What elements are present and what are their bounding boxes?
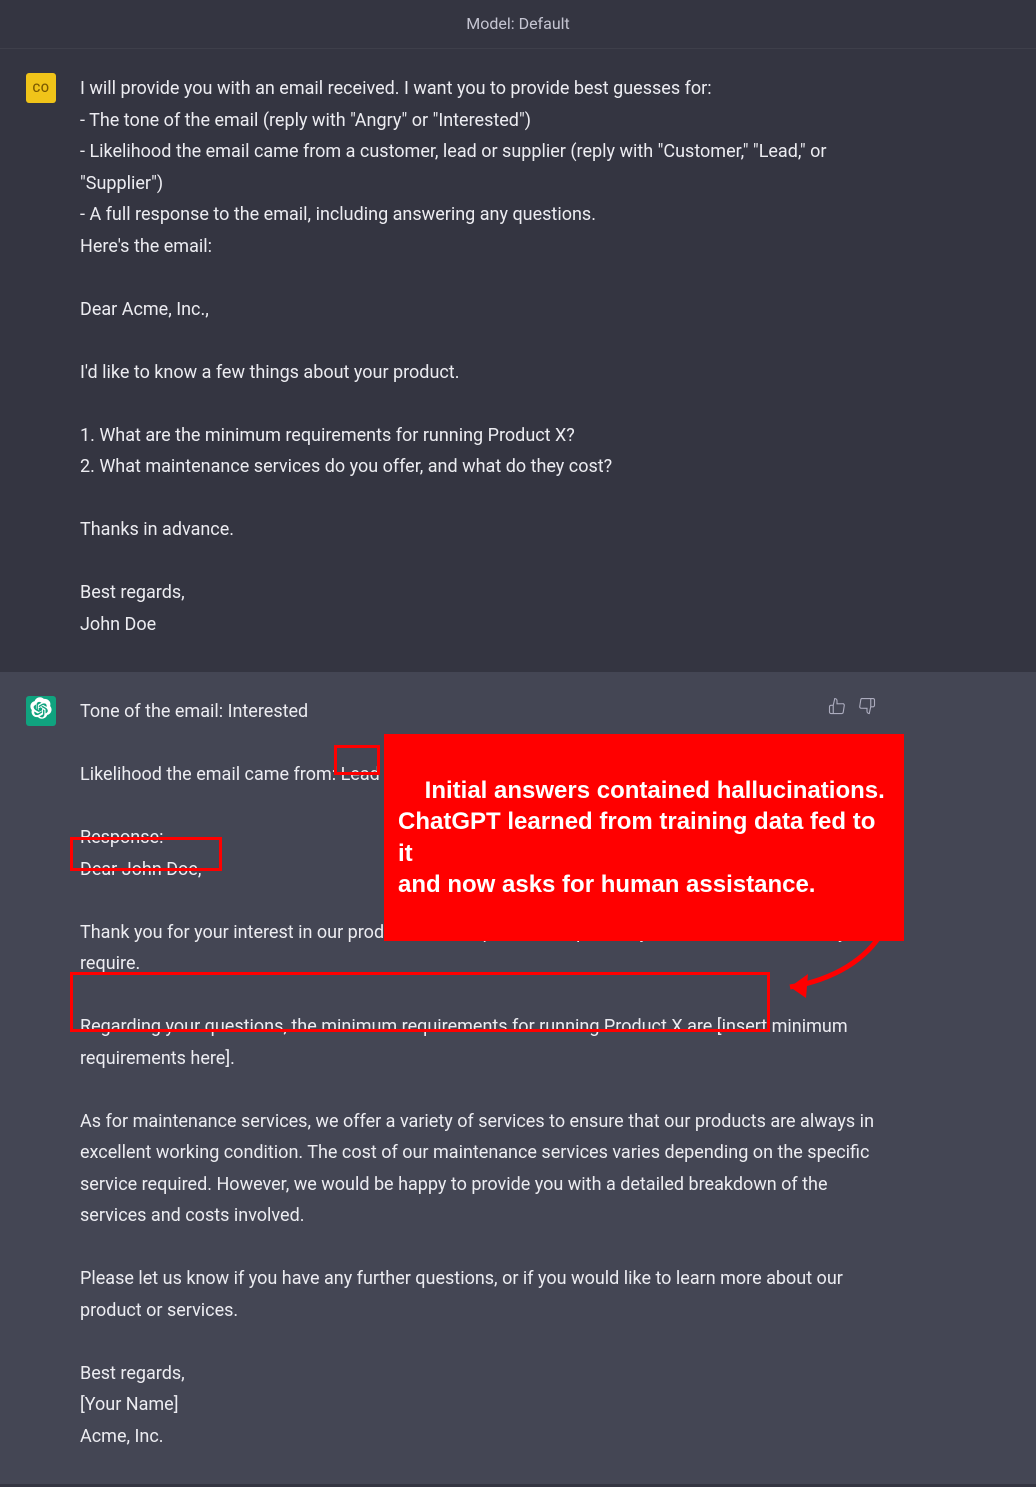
user-avatar-initials: CO <box>32 78 49 99</box>
assistant-avatar <box>26 696 56 726</box>
thumb-down-icon[interactable] <box>858 694 876 726</box>
assistant-message: Tone of the email: Interested Likelihood… <box>0 672 1036 1484</box>
model-label: Model: Default <box>466 14 570 33</box>
chatgpt-logo-icon <box>30 697 52 726</box>
user-message-text: I will provide you with an email receive… <box>80 73 880 640</box>
feedback-buttons <box>828 694 876 726</box>
annotation-callout: Initial answers contained hallucinations… <box>384 734 904 941</box>
thumb-up-icon[interactable] <box>828 694 846 726</box>
annotation-callout-text: Initial answers contained hallucinations… <box>398 777 885 898</box>
user-message: CO I will provide you with an email rece… <box>0 49 1036 672</box>
user-avatar: CO <box>26 73 56 103</box>
model-header: Model: Default <box>0 0 1036 49</box>
